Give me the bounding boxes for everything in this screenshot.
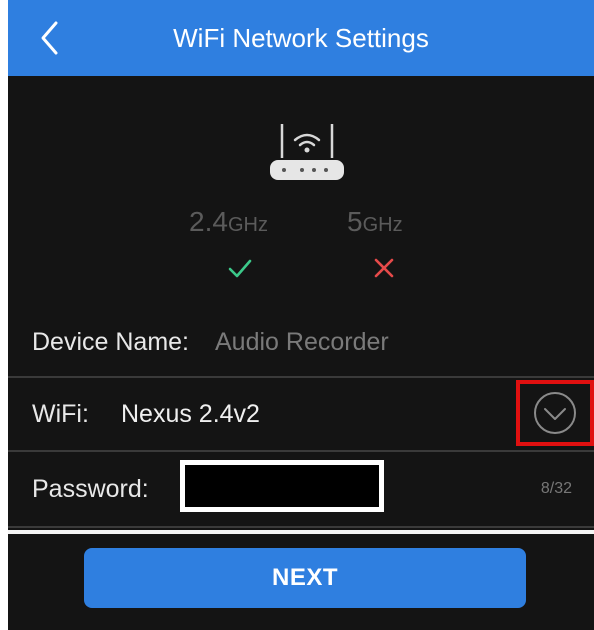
wifi-row[interactable]: WiFi: Nexus 2.4v2: [8, 376, 594, 452]
band-2-4ghz: 2.4GHz: [189, 206, 268, 238]
divider: [8, 530, 594, 534]
band-unit: GHz: [227, 214, 268, 236]
wifi-ssid-value[interactable]: Nexus 2.4v2: [121, 400, 260, 429]
cross-icon: [374, 258, 394, 278]
device-name-label: Device Name:: [32, 327, 189, 356]
band-5ghz: 5GHz: [347, 206, 403, 238]
band-value: 5: [347, 206, 363, 237]
device-name-value: Audio Recorder: [215, 327, 389, 356]
password-char-counter: 8/32: [540, 480, 572, 497]
page-title: WiFi Network Settings: [173, 22, 429, 53]
band-unit: GHz: [362, 214, 403, 236]
check-icon: [228, 259, 252, 278]
wifi-dropdown-button[interactable]: [516, 380, 594, 446]
app-screen: WiFi Network Settings 2.4GHz 5GHz Device…: [8, 0, 594, 630]
device-name-row: Device Name: Audio Recorder: [8, 312, 594, 372]
chevron-down-circle-icon[interactable]: [532, 390, 578, 436]
band-value: 2.4: [189, 206, 228, 237]
app-header: WiFi Network Settings: [8, 0, 594, 76]
password-field[interactable]: [180, 460, 384, 512]
next-button[interactable]: NEXT: [84, 548, 526, 608]
wifi-router-icon: [270, 124, 344, 180]
wifi-label: WiFi:: [32, 399, 89, 428]
band-indicators: 2.4GHz 5GHz: [8, 206, 594, 246]
password-label: Password:: [32, 474, 149, 503]
password-row: Password: 8/32: [8, 452, 594, 528]
